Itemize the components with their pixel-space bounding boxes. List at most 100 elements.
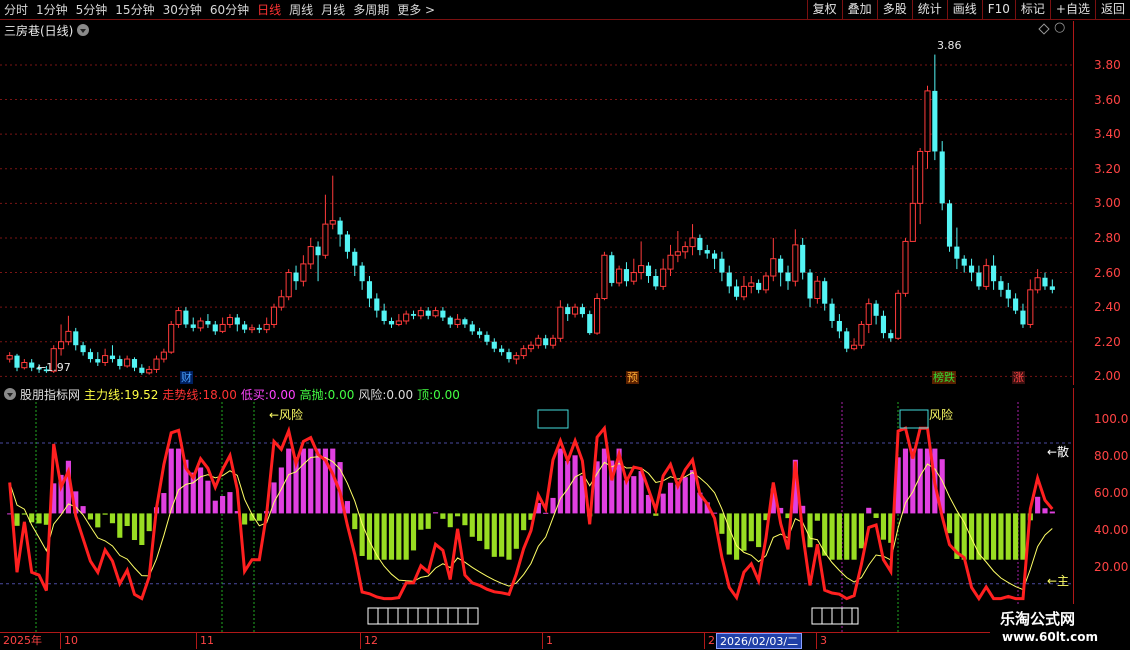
diamond-icon[interactable] [1038,23,1050,35]
histogram-bar [455,513,461,517]
candle-body [469,324,475,332]
candle-body [726,272,732,287]
histogram-bar [300,448,306,514]
chevron-down-icon[interactable] [77,24,90,36]
histogram-bar [741,513,747,551]
marker-zhang[interactable]: 涨 [1012,371,1025,384]
histogram-bar [477,513,483,541]
indicator-name: 股朋指标网 [20,387,81,402]
histogram-bar [447,513,453,528]
histogram-bar [87,513,94,520]
histogram-bar [858,513,864,549]
tool-button[interactable]: 多股 [876,0,912,20]
date-tick: 1 [542,633,553,649]
tool-buttons: 复权 叠加 多股 统计 画线 F10 标记 +自选 返回 [806,0,1130,20]
period-tab[interactable]: 分时 [0,0,32,20]
tool-button[interactable]: 标记 [1014,0,1050,20]
candle-body [527,344,535,350]
histogram-bar [1049,511,1055,514]
candle-body [954,246,960,259]
date-tick: 12 [360,633,378,649]
candle-body [858,323,865,346]
histogram-bar [117,513,123,538]
marker-bangdie[interactable]: 榜跌 [932,371,956,384]
date-cursor: 2026/02/03/二 [716,633,803,649]
candle-body [337,220,343,235]
candle-body [851,344,858,350]
period-tab[interactable]: 日线 [253,0,285,20]
period-tab[interactable]: 周线 [285,0,317,20]
period-tab[interactable]: 月线 [317,0,349,20]
candle-body [998,281,1004,290]
period-tab[interactable]: 1分钟 [32,0,72,20]
period-tab[interactable]: 15分钟 [111,0,158,20]
candle-body [734,286,740,297]
bottom-zone-box [811,607,859,625]
period-tab[interactable]: 多周期 [349,0,393,20]
candle-body [630,272,637,282]
period-tab[interactable]: 30分钟 [159,0,206,20]
histogram-bar [873,513,879,518]
candle-body [932,90,938,152]
close-icon[interactable]: ○ [1054,20,1065,36]
period-tab[interactable]: 60分钟 [206,0,253,20]
candle-body [1027,289,1034,325]
histogram-bar [95,513,101,528]
watermark-title: 乐淘公式网 [1000,610,1076,628]
tool-button[interactable]: 画线 [946,0,982,20]
indicator-tick-label: 20.00 [1094,559,1129,574]
candle-body [785,272,791,282]
histogram-bar [506,513,512,560]
histogram-bar [1042,508,1048,514]
main-annotation: ←主 [1047,574,1070,588]
candle-body [535,337,542,346]
candle-body [557,306,564,339]
candle-body [146,368,153,374]
histogram-bar [308,448,314,514]
candle-body [800,244,806,273]
signal-box [899,409,929,429]
candle-body [219,323,226,332]
histogram-bar [550,497,556,514]
candle-body [674,251,681,256]
histogram-bar [543,512,549,514]
candle-body [587,314,593,334]
candle-body [778,258,784,273]
tool-button[interactable]: +自选 [1049,0,1095,20]
candle-body [73,331,79,346]
tool-button[interactable]: 叠加 [841,0,877,20]
candlestick-chart[interactable] [0,39,1073,385]
candle-body [1013,298,1019,311]
candle-body [366,281,373,299]
candle-body [1049,286,1055,290]
candle-body [829,303,835,321]
tool-button[interactable]: 返回 [1094,0,1130,20]
histogram-bar [1013,513,1019,560]
histogram-bar [469,513,475,537]
candle-body [807,272,813,299]
candle-body [983,265,990,287]
histogram-bar [991,513,997,560]
marker-cai[interactable]: 财 [180,371,193,384]
candle-body [623,269,630,282]
candle-body [87,352,94,360]
watermark: 乐淘公式网 www.60lt.com [990,604,1130,650]
histogram-bar [807,513,813,548]
chevron-down-icon[interactable] [4,388,16,400]
tool-button[interactable]: 统计 [911,0,947,20]
candle-body [322,223,329,256]
histogram-bar [491,513,497,557]
histogram-bar [924,448,931,514]
tool-button[interactable]: F10 [981,0,1015,20]
indicator-chart[interactable] [0,402,1073,632]
period-tab[interactable]: 更多 > [393,0,439,20]
tool-button[interactable]: 复权 [806,0,842,20]
price-tick-label: 3.40 [1094,127,1121,142]
candle-body [565,307,571,315]
marker-yu[interactable]: 预 [626,371,639,384]
candle-body [822,281,828,304]
histogram-bar [278,467,284,514]
candle-body [226,317,234,325]
histogram-bar [851,513,857,560]
period-tab[interactable]: 5分钟 [72,0,112,20]
